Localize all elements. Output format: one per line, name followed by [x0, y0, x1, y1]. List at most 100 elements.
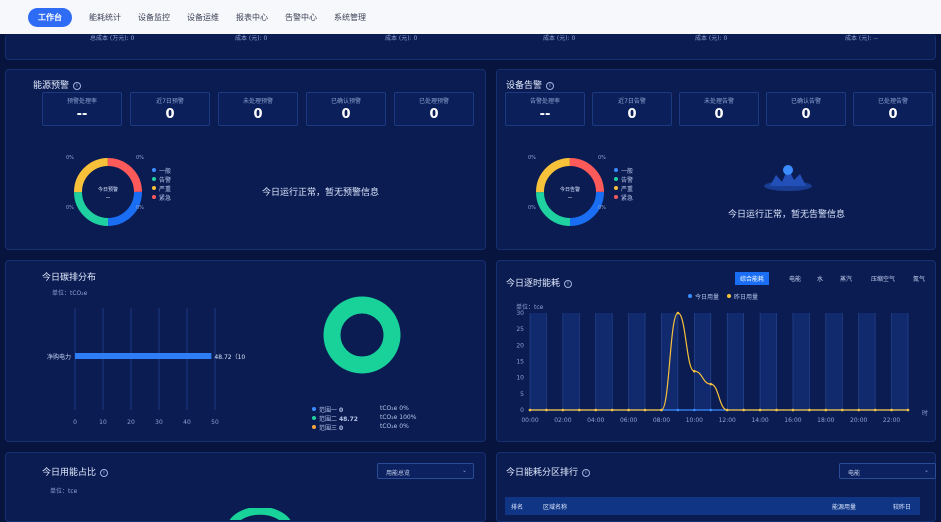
legend-item: 一般 [152, 166, 171, 175]
info-icon[interactable]: i [564, 280, 573, 288]
info-icon[interactable]: i [582, 469, 591, 477]
pct-label: 0% [598, 155, 606, 161]
data-point [873, 408, 877, 412]
nav-tab-device-monitor[interactable]: 设备监控 [138, 12, 170, 23]
x-tick-label: 12:00 [719, 417, 736, 424]
realtime-title: 今日逐时能耗 i [506, 276, 573, 289]
legend-item: 今日用量 [688, 292, 719, 301]
tab-compressed-air[interactable]: 压缩空气 [866, 272, 900, 285]
legend-item: 范围一 0 [312, 405, 358, 414]
device-alarm-message: 今日运行正常，暂无告警信息 [728, 210, 846, 220]
info-icon[interactable]: i [546, 82, 555, 90]
data-point [545, 408, 548, 412]
grid-band [825, 313, 843, 410]
cost-strip [5, 34, 936, 60]
x-tick-label: 30 [155, 419, 163, 426]
data-point [528, 408, 532, 412]
grid-band [530, 313, 547, 410]
y-tick-label: 0 [520, 407, 524, 414]
top-nav: 工作台 能耗统计 设备监控 设备运维 报表中心 告警中心 系统管理 [0, 0, 941, 34]
pct-label: 0% [528, 155, 536, 161]
tab-nitrogen[interactable]: 氮气 [908, 272, 930, 285]
col-usage: 能源用量 [832, 504, 857, 511]
data-point [610, 408, 614, 412]
energy-alarm-legend: 一般 告警 严重 紧急 [152, 166, 171, 202]
data-point [561, 408, 565, 412]
energy-ratio-unit: 单位：tce [50, 488, 78, 495]
energy-ratio-donut [229, 508, 291, 520]
nav-tab-workbench[interactable]: 工作台 [28, 7, 72, 27]
col-vs-yesterday: 较昨日 [893, 504, 912, 511]
cost-item: 成本 (元): 0 [235, 35, 268, 42]
info-icon[interactable]: i [73, 82, 82, 90]
zone-rank-title: 今日能耗分区排行 i [506, 465, 591, 478]
y-tick-label: 20 [516, 342, 524, 349]
donut-center-value: -- [568, 194, 572, 201]
zone-rank-select[interactable]: 电能 ⌄ [839, 463, 936, 479]
info-icon[interactable]: i [100, 469, 109, 477]
tab-water[interactable]: 水 [812, 272, 828, 285]
nav-tab-system[interactable]: 系统管理 [334, 12, 366, 23]
grid-band [858, 313, 876, 410]
stat-box: 近7日预警 0 [130, 92, 210, 126]
tab-combined[interactable]: 综合能耗 [735, 272, 770, 285]
data-point [725, 408, 729, 412]
data-point [693, 369, 696, 373]
legend-item: 紧急 [614, 193, 633, 202]
y-category-label: 净购电力 [47, 353, 71, 361]
device-alarm-title: 设备告警 i [506, 78, 555, 91]
data-point [693, 408, 696, 412]
carbon-unit: 单位：tCO₂e [52, 290, 88, 297]
data-point [578, 408, 581, 412]
nav-tab-energy-stats[interactable]: 能耗统计 [89, 12, 121, 23]
grid-band [628, 313, 646, 410]
y-tick-label: 5 [520, 391, 524, 398]
x-tick-label: 08:00 [653, 417, 670, 424]
data-point [660, 408, 663, 412]
x-tick-label: 10:00 [686, 417, 703, 424]
no-alarm-illustration-icon [764, 165, 812, 191]
donut-center-label: 今日告警 [560, 186, 580, 193]
energy-alarm-title: 能源预警 i [33, 78, 82, 91]
stat-box: 未处理告警 0 [679, 92, 759, 126]
pct-label: 0% [66, 205, 74, 211]
series-line [529, 312, 908, 411]
energy-ratio-select[interactable]: 用能总览 ⌄ [377, 463, 474, 479]
grid-band [760, 313, 777, 410]
stat-box: 近7日告警 0 [592, 92, 672, 126]
grid-band [891, 313, 908, 410]
legend-item: 紧急 [152, 193, 171, 202]
carbon-legend: 范围一 0 范围二 48.72 范围三 0 [312, 405, 358, 432]
y-tick-label: 30 [516, 310, 524, 317]
data-point [676, 408, 680, 412]
energy-alarm-donut: 今日预警 -- [74, 158, 142, 226]
bar [75, 353, 212, 359]
grid-band [694, 313, 711, 410]
carbon-legend-pct: tCO₂e 0% tCO₂e 100% tCO₂e 0% [380, 405, 417, 430]
realtime-legend: 今日用量 昨日用量 [688, 292, 758, 301]
stat-box: 未处理预警 0 [218, 92, 298, 126]
legend-item: 告警 [614, 175, 633, 184]
energy-alarm-message: 今日运行正常，暂无预警信息 [262, 188, 380, 198]
chevron-down-icon: ⌄ [461, 467, 467, 474]
legend-item: 告警 [152, 175, 171, 184]
data-point [906, 408, 910, 412]
nav-tab-reports[interactable]: 报表中心 [236, 12, 268, 23]
data-point [808, 408, 811, 412]
stat-box: 已确认告警 0 [766, 92, 846, 126]
legend-item: 严重 [152, 184, 171, 193]
nav-tab-device-ops[interactable]: 设备运维 [187, 12, 219, 23]
stat-box: 已处理预警 0 [394, 92, 474, 126]
tab-steam[interactable]: 蒸汽 [835, 272, 857, 285]
tab-electric[interactable]: 电能 [784, 272, 806, 285]
device-alarm-legend: 一般 告警 严重 紧急 [614, 166, 633, 202]
nav-tab-alarm-center[interactable]: 告警中心 [285, 12, 317, 23]
data-point [643, 408, 647, 412]
x-tick-label: 00:00 [521, 417, 538, 424]
legend-item: 范围二 48.72 [312, 414, 358, 423]
legend-item: 一般 [614, 166, 633, 175]
data-point [890, 408, 893, 412]
x-tick-label: 20 [127, 419, 135, 426]
cost-item: 成本 (元): -- [845, 35, 878, 42]
data-point [840, 408, 844, 412]
